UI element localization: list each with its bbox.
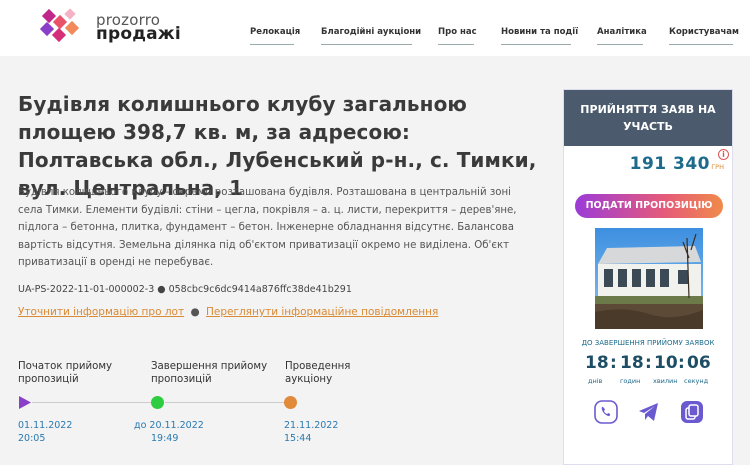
- nav-item-analytics[interactable]: Аналітика: [597, 27, 647, 37]
- countdown-days: 18: [585, 353, 609, 373]
- timeline-label-start: Початок прийому пропозицій: [18, 361, 113, 385]
- countdown-hours-unit: годин: [620, 377, 641, 385]
- copy-link-icon[interactable]: [680, 400, 704, 424]
- timeline-date-end: до 20.11.2022 19:49: [134, 420, 204, 444]
- timeline-dot-current: [151, 396, 164, 409]
- countdown-minutes: 10: [654, 353, 678, 373]
- play-icon: [19, 396, 31, 409]
- nav-item-charity-auctions[interactable]: Благодійні аукціони: [321, 27, 421, 37]
- start-price: 191 340: [629, 154, 710, 174]
- currency-label: ГРН: [711, 163, 724, 171]
- view-notice-link[interactable]: Переглянути інформаційне повідомлення: [206, 306, 438, 318]
- nav-underline: [321, 44, 412, 45]
- site-header: prozorro продажі Релокація Благодійні ау…: [0, 0, 750, 56]
- nav-item-users[interactable]: Користувачам: [669, 27, 739, 37]
- page: prozorro продажі Релокація Благодійні ау…: [0, 0, 750, 465]
- countdown-separator: :: [678, 353, 685, 373]
- info-icon[interactable]: i: [718, 149, 729, 160]
- timeline-date-start: 01.11.2022 20:05: [18, 420, 73, 444]
- nav-underline: [501, 44, 571, 45]
- countdown-separator: :: [645, 353, 652, 373]
- nav-underline: [669, 44, 733, 45]
- nav-item-about[interactable]: Про нас: [438, 27, 477, 37]
- viber-icon[interactable]: [594, 400, 618, 424]
- lot-identifiers: UA-PS-2022-11-01-000002-3 ● 058cbc9c6dc9…: [18, 284, 352, 295]
- separator-dot: ●: [157, 284, 169, 295]
- submit-bid-button[interactable]: ПОДАТИ ПРОПОЗИЦІЮ: [575, 194, 723, 218]
- timeline-line: [32, 402, 152, 403]
- lot-links: Уточнити інформацію про лот ● Переглянут…: [18, 306, 438, 318]
- countdown-seconds: 06: [687, 353, 711, 373]
- telegram-icon[interactable]: [637, 400, 661, 424]
- countdown-hours: 18: [620, 353, 644, 373]
- countdown-days-unit: днів: [588, 377, 603, 385]
- separator-dot: ●: [190, 306, 200, 318]
- nav-underline: [438, 44, 474, 45]
- countdown-minutes-unit: хвилин: [653, 377, 678, 385]
- nav-underline: [597, 44, 643, 45]
- lot-id[interactable]: UA-PS-2022-11-01-000002-3: [18, 284, 154, 295]
- logo[interactable]: prozorro продажі: [38, 7, 181, 45]
- timeline-line: [165, 402, 285, 403]
- timeline-dot-auction: [284, 396, 297, 409]
- logo-mark-icon: [39, 8, 80, 43]
- countdown-separator: :: [610, 353, 617, 373]
- auction-card: ПРИЙНЯТТЯ ЗАЯВ НА УЧАСТЬ 191 340 ГРН i П…: [563, 89, 733, 465]
- lot-photo[interactable]: [595, 228, 703, 329]
- lot-hash[interactable]: 058cbc9c6dc9414a876ffc38de41b291: [169, 284, 352, 295]
- status-badge: ПРИЙНЯТТЯ ЗАЯВ НА УЧАСТЬ: [564, 90, 732, 146]
- logo-line2: продажі: [96, 24, 181, 44]
- countdown-seconds-unit: секунд: [684, 377, 709, 385]
- countdown-label: ДО ЗАВЕРШЕННЯ ПРИЙОМУ ЗАЯВОК: [581, 339, 715, 347]
- timeline-date-auction: 21.11.2022 15:44: [284, 420, 339, 444]
- nav-underline: [250, 44, 294, 45]
- timeline-label-end: Завершення прийому пропозицій: [151, 361, 268, 385]
- clarify-lot-link[interactable]: Уточнити інформацію про лот: [18, 306, 184, 318]
- nav-item-relocation[interactable]: Релокація: [250, 27, 300, 37]
- nav-item-news[interactable]: Новини та події: [501, 27, 578, 37]
- timeline-label-auction: Проведення аукціону: [285, 361, 351, 385]
- lot-description: Будівля колишнього клубу - окремо розташ…: [18, 187, 517, 268]
